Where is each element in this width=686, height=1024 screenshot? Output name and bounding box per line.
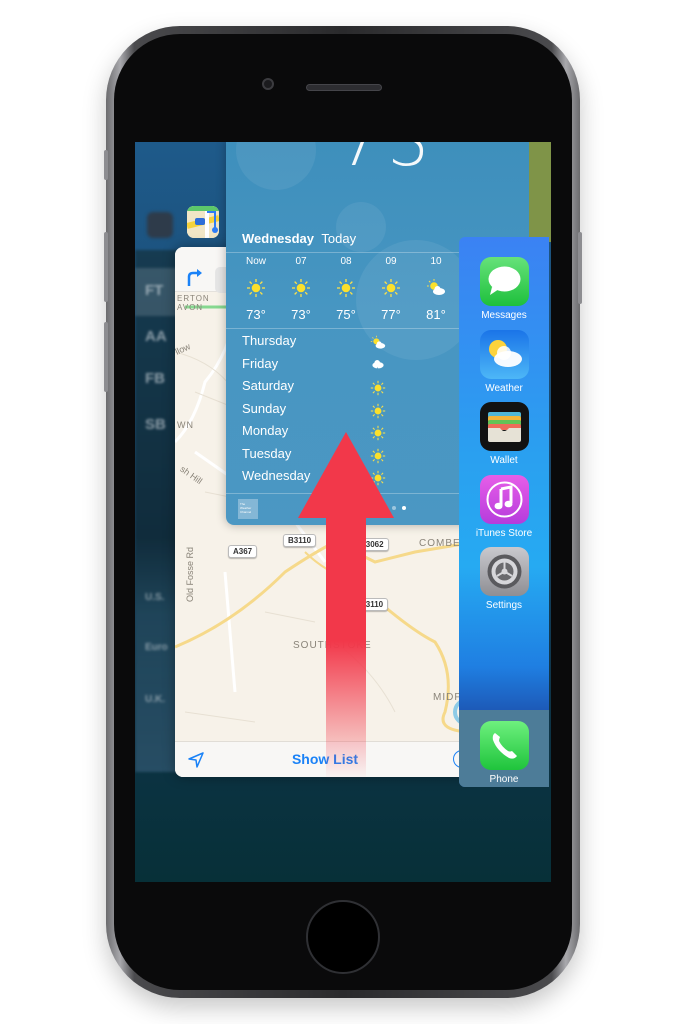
hour-label: 10 bbox=[430, 256, 442, 267]
weather-app-icon bbox=[479, 330, 529, 379]
phone-icon bbox=[479, 721, 529, 770]
app-wallet[interactable]: Wallet bbox=[459, 402, 549, 466]
partly-cloudy-icon bbox=[368, 334, 388, 352]
app-label: Phone bbox=[489, 774, 519, 785]
day-name: Monday bbox=[242, 423, 289, 438]
partly-cloudy-icon bbox=[414, 277, 458, 299]
road-shield: A367 bbox=[228, 545, 258, 558]
day-name: Tuesday bbox=[242, 445, 292, 461]
day-name: Saturday bbox=[242, 378, 295, 393]
app-messages[interactable]: Messages bbox=[459, 257, 549, 321]
stage: FT AA FB SB U.S. Euro U.K. ERTON AVON ll… bbox=[0, 0, 686, 1024]
mute-switch[interactable] bbox=[104, 150, 108, 180]
hourly-forecast-item: 09 77° bbox=[369, 256, 413, 322]
stocks-row: AA bbox=[145, 328, 167, 345]
maps-app-icon[interactable] bbox=[187, 206, 219, 238]
daily-forecast-row: Saturday bbox=[242, 378, 402, 401]
stocks-row: FT bbox=[145, 282, 164, 299]
map-label-road: Old Fosse Rd bbox=[185, 546, 195, 602]
app-itunes-store[interactable]: iTunes Store bbox=[459, 475, 549, 539]
page-dot[interactable] bbox=[402, 506, 406, 510]
app-label: Weather bbox=[485, 383, 523, 394]
app-label: Wallet bbox=[490, 455, 518, 466]
volume-up-button[interactable] bbox=[104, 232, 108, 302]
maps-glyph-icon bbox=[187, 206, 219, 238]
weather-today-label: Today bbox=[321, 231, 357, 246]
stocks-app-icon[interactable] bbox=[147, 212, 173, 238]
daily-forecast-row: Friday bbox=[242, 356, 402, 379]
hour-label: Now bbox=[245, 256, 266, 267]
swipe-up-arrow-icon bbox=[298, 432, 394, 780]
thunderstorm-icon bbox=[368, 357, 388, 375]
volume-down-button[interactable] bbox=[104, 322, 108, 392]
home-button[interactable] bbox=[306, 900, 380, 974]
map-label-area: ERTON AVON bbox=[177, 294, 210, 312]
hour-label: 08 bbox=[340, 256, 352, 267]
daily-forecast-row: Thursday bbox=[242, 333, 402, 356]
power-button[interactable] bbox=[578, 232, 582, 304]
hour-temperature: 73° bbox=[291, 307, 311, 322]
stocks-row: SB bbox=[145, 416, 166, 433]
hour-temperature: 77° bbox=[381, 307, 401, 322]
hour-label: 07 bbox=[295, 256, 307, 267]
weather-day-header: Wednesday Today bbox=[242, 231, 356, 246]
sun-icon bbox=[369, 277, 413, 299]
day-name: Thursday bbox=[242, 333, 297, 348]
app-settings[interactable]: Settings bbox=[459, 547, 549, 611]
app-label: Messages bbox=[481, 310, 527, 321]
hour-temperature: 75° bbox=[336, 307, 356, 322]
hour-temperature: 73° bbox=[246, 307, 266, 322]
settings-icon bbox=[479, 547, 529, 596]
app-panel: Messages Weather Wallet iTunes Store Set… bbox=[459, 237, 549, 787]
bokeh-decoration bbox=[236, 142, 316, 190]
app-weather[interactable]: Weather bbox=[459, 330, 549, 394]
app-label: Settings bbox=[485, 600, 523, 611]
hour-temperature: 81° bbox=[426, 307, 446, 322]
current-temperature: 73 bbox=[338, 142, 438, 181]
hourly-forecast-item: 08 75° bbox=[324, 256, 368, 322]
map-label-town: COMBE bbox=[419, 538, 461, 549]
front-camera bbox=[262, 78, 274, 90]
stocks-row: FB bbox=[145, 370, 165, 387]
messages-icon bbox=[479, 257, 529, 306]
weather-channel-logo[interactable]: The Weather Channel bbox=[238, 499, 258, 519]
earpiece-speaker bbox=[306, 84, 382, 91]
wallet-icon bbox=[479, 402, 529, 451]
map-label-town: MIDF bbox=[433, 692, 462, 703]
background-card-edge bbox=[529, 142, 551, 242]
itunes-store-icon bbox=[479, 475, 529, 524]
hourly-forecast-item: 10 81° bbox=[414, 256, 458, 322]
app-phone[interactable]: Phone bbox=[459, 721, 549, 785]
hourly-forecast-item: 07 73° bbox=[279, 256, 323, 322]
directions-turn-icon[interactable] bbox=[185, 267, 205, 287]
sun-icon bbox=[279, 277, 323, 299]
sun-icon bbox=[368, 402, 388, 420]
hourly-forecast-item: Now 73° bbox=[234, 256, 278, 322]
hour-label: 09 bbox=[385, 256, 397, 267]
day-name: Friday bbox=[242, 355, 279, 371]
day-name: Sunday bbox=[242, 400, 287, 416]
sun-icon bbox=[234, 277, 278, 299]
sun-icon bbox=[368, 379, 388, 397]
daily-forecast-row: Sunday bbox=[242, 401, 402, 424]
weather-day-name: Wednesday bbox=[242, 231, 315, 246]
sun-icon bbox=[324, 277, 368, 299]
map-label-area: WN bbox=[177, 420, 194, 430]
app-label: iTunes Store bbox=[475, 528, 533, 539]
